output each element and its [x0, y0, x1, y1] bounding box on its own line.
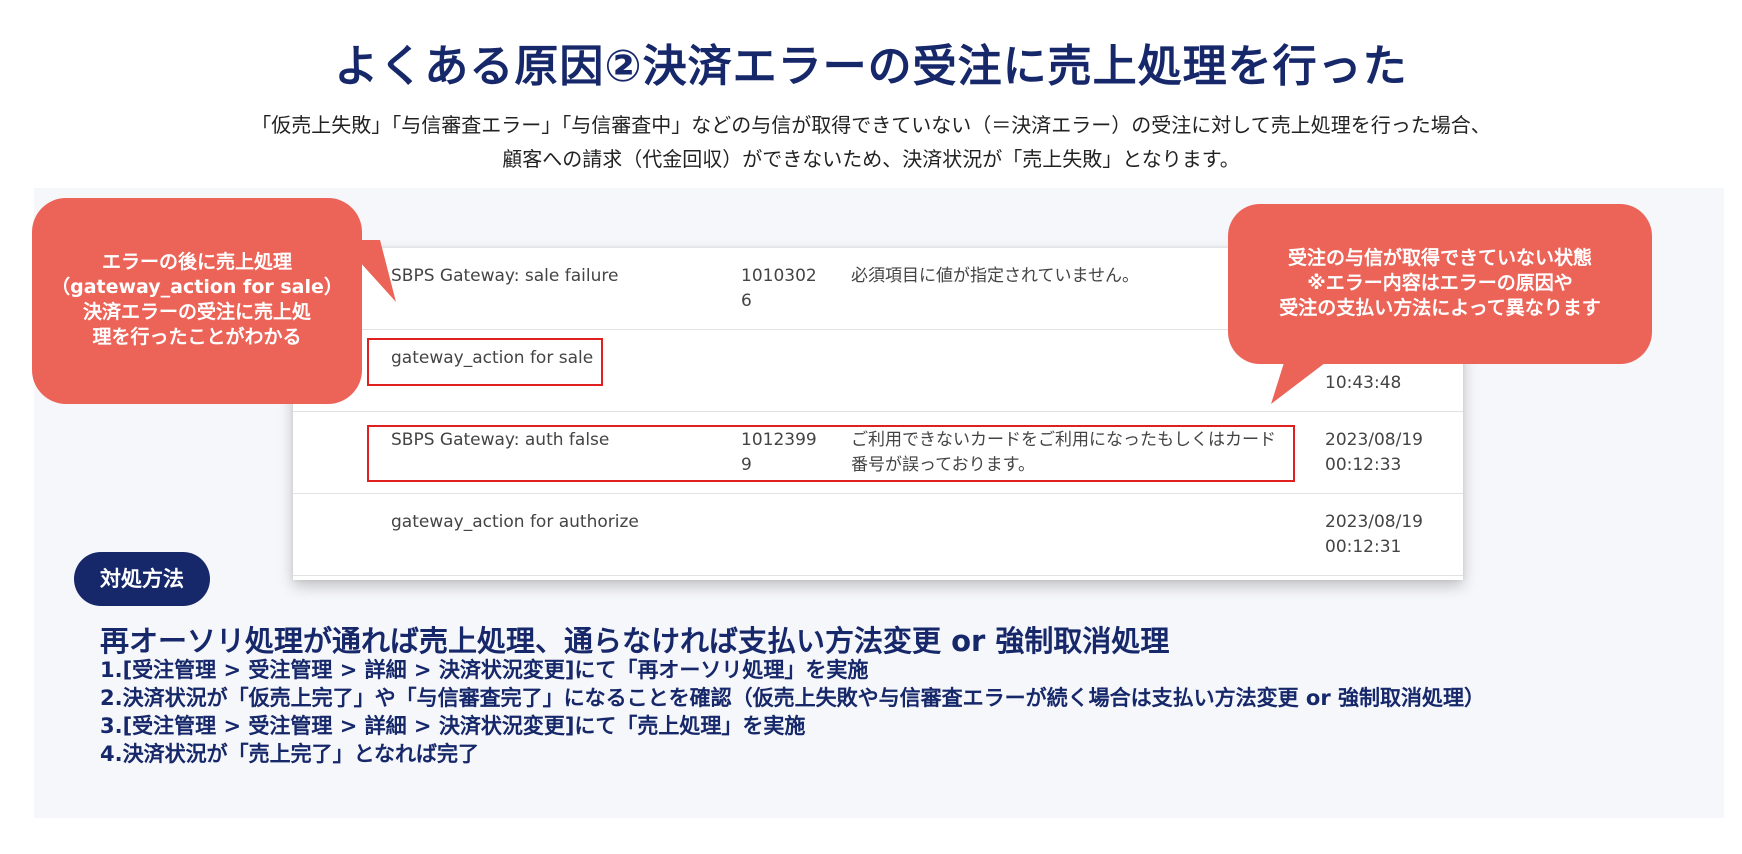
callout-left-text: エラーの後に売上処理 （gateway_action for sale） 決済エ…	[51, 251, 343, 348]
log-message: 必須項目に値が指定されていません。	[851, 266, 1139, 286]
log-row: gateway_action for authorize 2023/08/19 …	[293, 494, 1463, 576]
log-date: 2023/08/19 00:12:31	[1325, 512, 1423, 557]
subtitle-line-2: 顧客への請求（代金回収）ができないため、決済状況が「売上失敗」となります。	[502, 147, 1240, 171]
solution-heading: 再オーソリ処理が通れば売上処理、通らなければ支払い方法変更 or 強制取消処理	[100, 624, 1170, 658]
solution-steps: 1.[受注管理 > 受注管理 > 詳細 > 決済状況変更]にて「再オーソリ処理」…	[100, 656, 1485, 768]
solution-step: 2.決済状況が「仮売上完了」や「与信審査完了」になることを確認（仮売上失敗や与信…	[100, 686, 1485, 710]
page-title: よくある原因②決済エラーの受注に売上処理を行った	[334, 41, 1408, 92]
callout-right: 受注の与信が取得できていない状態 ※エラー内容はエラーの原因や 受注の支払い方法…	[1228, 204, 1652, 364]
log-date: 2023/08/19 00:12:33	[1325, 430, 1423, 475]
highlight-auth-false	[367, 425, 1295, 482]
subtitle-line-1: 「仮売上失敗」「与信審査エラー」「与信審査中」などの与信が取得できていない（＝決…	[251, 113, 1491, 137]
solution-step: 1.[受注管理 > 受注管理 > 詳細 > 決済状況変更]にて「再オーソリ処理」…	[100, 658, 869, 682]
log-event: gateway_action for authorize	[391, 512, 639, 532]
log-event: SBPS Gateway: sale failure	[391, 266, 619, 286]
highlight-gateway-sale	[367, 338, 603, 386]
log-code: 1010302 6	[741, 266, 817, 311]
callout-right-text: 受注の与信が取得できていない状態 ※エラー内容はエラーの原因や 受注の支払い方法…	[1279, 247, 1601, 319]
solution-badge: 対処方法	[74, 552, 210, 606]
solution-step: 3.[受注管理 > 受注管理 > 詳細 > 決済状況変更]にて「売上処理」を実施	[100, 714, 806, 738]
page-subtitle: 「仮売上失敗」「与信審査エラー」「与信審査中」などの与信が取得できていない（＝決…	[0, 108, 1742, 176]
solution-step: 4.決済状況が「売上完了」となれば完了	[100, 742, 479, 766]
callout-left: エラーの後に売上処理 （gateway_action for sale） 決済エ…	[32, 198, 362, 404]
